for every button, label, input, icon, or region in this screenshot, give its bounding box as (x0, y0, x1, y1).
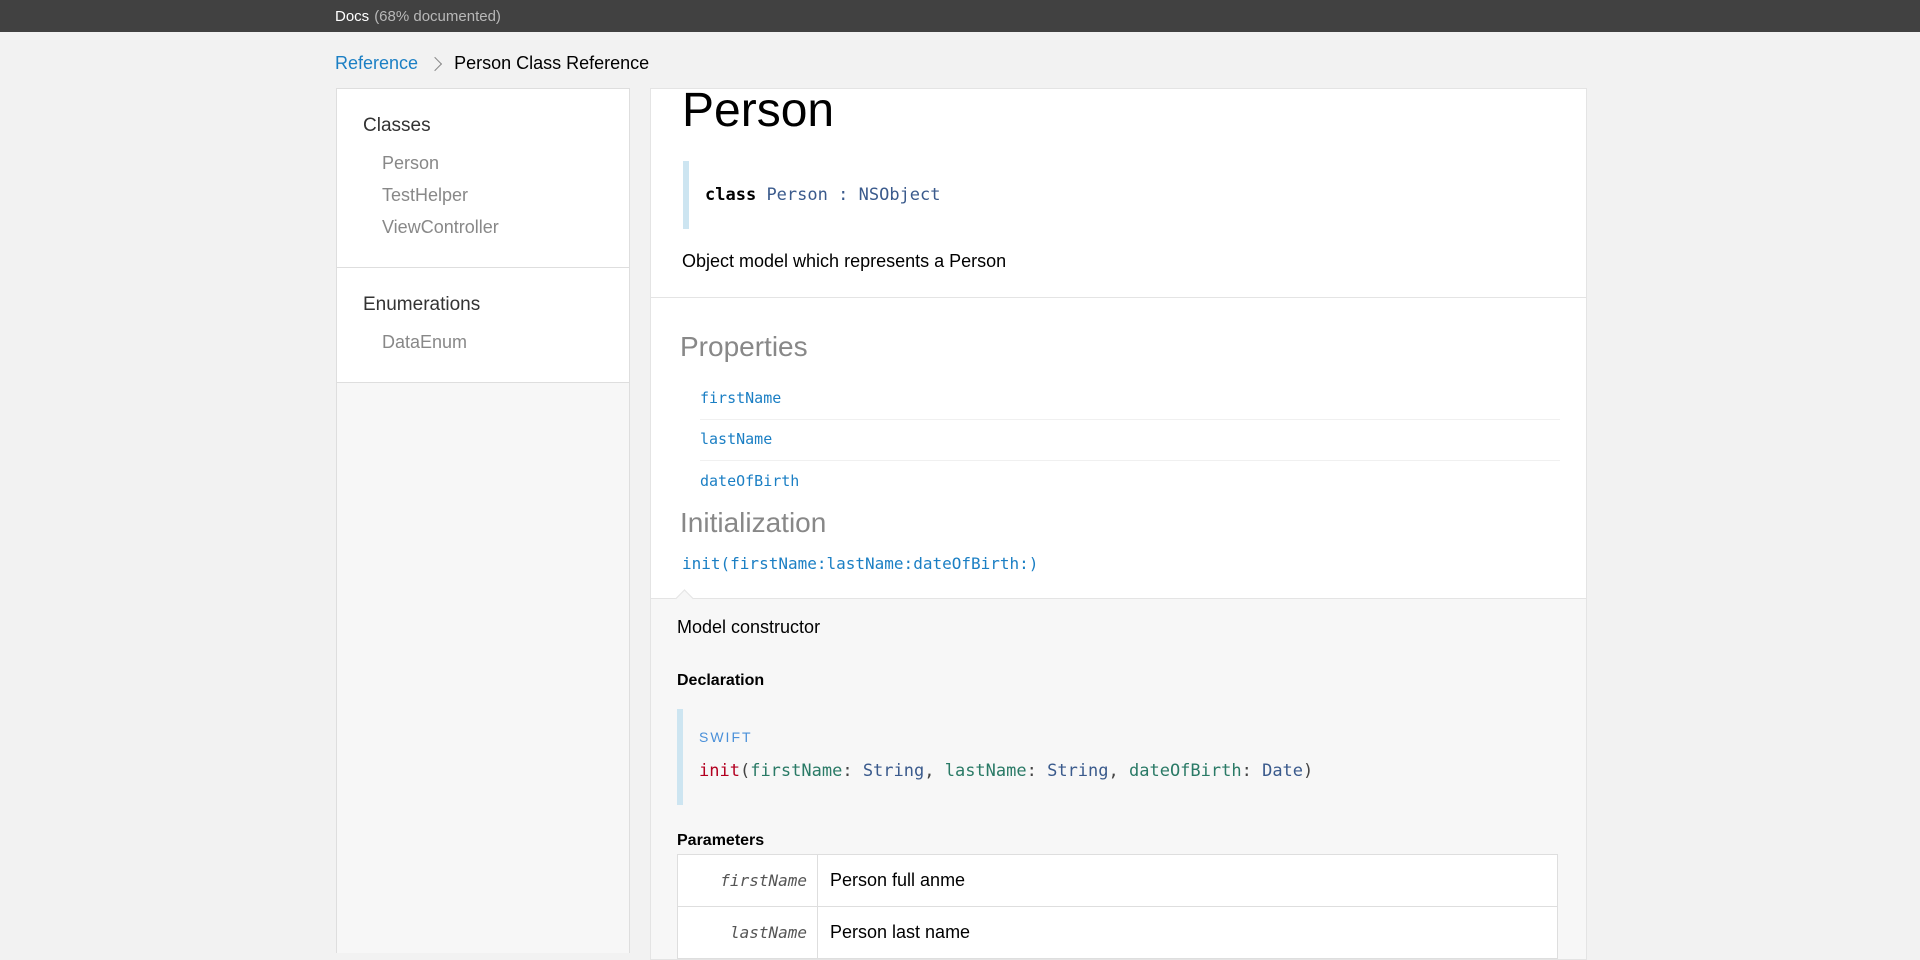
parameters-heading: Parameters (677, 832, 765, 849)
swift-declaration: SWIFT init(firstName: String, lastName: … (677, 709, 1313, 805)
class-description: Object model which represents a Person (682, 251, 1007, 271)
signature-param: dateOfBirth (1129, 761, 1242, 781)
init-summary: Model constructor (677, 617, 821, 637)
coverage-label: (68% documented) (374, 8, 501, 25)
docs-link[interactable]: Docs (335, 8, 369, 25)
properties-heading: Properties (680, 331, 808, 362)
language-label: SWIFT (699, 729, 753, 745)
class-declaration: class Person : NSObject (683, 161, 941, 229)
param-description: Person last name (817, 906, 1558, 959)
divider (700, 460, 1560, 461)
declaration-keyword: class (705, 185, 757, 205)
signature-param: firstName (750, 761, 843, 781)
initialization-heading: Initialization (680, 507, 827, 538)
init-detail-panel: Model constructor Declaration SWIFT init… (650, 589, 1587, 960)
property-link-lastname[interactable]: lastName (700, 430, 772, 448)
sidebar-section-title: Classes (363, 115, 431, 136)
declaration-colon: : (838, 185, 849, 205)
signature-type: String (1047, 761, 1109, 781)
init-signature: init(firstName: String, lastName: String… (699, 761, 1314, 781)
property-link-dateofbirth[interactable]: dateOfBirth (700, 472, 799, 490)
divider (651, 297, 1586, 298)
members-section: Properties firstName lastName dateOfBirt… (650, 297, 1587, 598)
class-overview: Person class Person : NSObject Object mo… (650, 84, 1587, 297)
sidebar-item-testhelper[interactable]: TestHelper (363, 179, 629, 211)
declaration-heading: Declaration (677, 672, 765, 689)
property-link-firstname[interactable]: firstName (700, 389, 781, 407)
sidebar-item-dataenum[interactable]: DataEnum (363, 326, 629, 358)
param-name: lastName (677, 906, 818, 959)
divider (700, 419, 1560, 420)
sidebar-section-classes: Classes Person TestHelper ViewController (337, 89, 629, 268)
signature-type: String (862, 761, 925, 781)
sidebar: Classes Person TestHelper ViewController… (336, 88, 630, 953)
breadcrumb-reference-link[interactable]: Reference (335, 53, 418, 74)
sidebar-item-person[interactable]: Person (363, 147, 629, 179)
page-title: Person (682, 84, 835, 137)
signature-type: Date (1262, 761, 1304, 781)
top-bar: Docs (68% documented) (0, 0, 1920, 32)
main-content: Person class Person : NSObject Object mo… (650, 84, 1587, 960)
init-link[interactable]: init(firstName:lastName:dateOfBirth:) (682, 554, 1038, 573)
param-description: Person full anme (817, 854, 1558, 907)
chevron-right-icon (427, 56, 443, 71)
sidebar-section-title: Enumerations (363, 294, 481, 315)
declaration-name: Person (766, 185, 828, 205)
table-row: firstName Person full anme (677, 854, 1558, 907)
sidebar-section-enumerations: Enumerations DataEnum (337, 268, 629, 383)
breadcrumb: Reference Person Class Reference (335, 53, 649, 74)
signature-fn: init (699, 761, 740, 781)
param-name: firstName (677, 854, 818, 907)
signature-param: lastName (944, 761, 1027, 781)
sidebar-item-viewcontroller[interactable]: ViewController (363, 211, 629, 243)
table-row: lastName Person last name (677, 906, 1558, 959)
breadcrumb-current: Person Class Reference (454, 53, 650, 73)
parameters-table: firstName Person full anme lastName Pers… (677, 854, 1558, 959)
top-bar-title: Docs (68% documented) (335, 8, 501, 25)
declaration-superclass: NSObject (858, 185, 941, 205)
